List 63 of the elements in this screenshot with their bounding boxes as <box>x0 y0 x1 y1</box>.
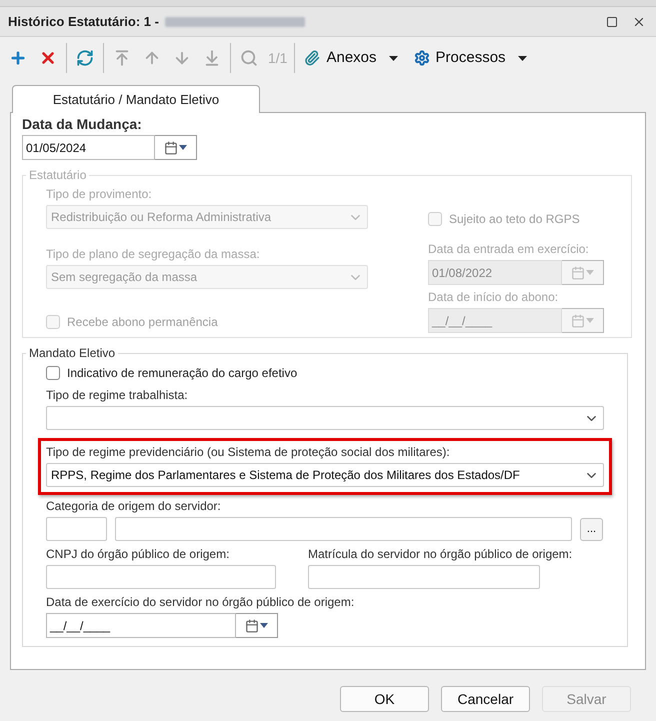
maximize-button[interactable] <box>606 16 618 28</box>
calendar-icon <box>571 266 585 280</box>
gear-icon <box>414 50 430 66</box>
caret-icon <box>518 56 527 60</box>
date-value: 01/08/2022 <box>432 264 492 282</box>
date-value: 01/05/2024 <box>26 140 86 156</box>
field-label: Data da entrada em exercício: <box>428 242 590 257</box>
dropdown-field[interactable] <box>46 406 604 430</box>
dropdown-value: Sem segregação da massa <box>51 269 198 286</box>
field-label: Tipo de regime trabalhista: <box>46 388 189 403</box>
checkbox[interactable] <box>46 366 60 380</box>
calendar-button[interactable] <box>155 135 197 160</box>
calendar-icon <box>164 140 178 154</box>
maximize-icon <box>606 16 618 28</box>
window-title: Histórico Estatutário: 1 - <box>8 12 159 31</box>
date-value: __/__/____ <box>432 312 492 330</box>
arrow-to-bottom-icon <box>203 49 221 67</box>
field-label: Tipo de provimento: <box>46 187 153 202</box>
dialog-button[interactable]: Cancelar <box>441 686 530 712</box>
tab[interactable]: Estatutário / Mandato Eletivo <box>12 85 260 113</box>
dialog-button[interactable]: OK <box>340 686 429 712</box>
field-label: Tipo de plano de segregação da massa: <box>46 247 261 262</box>
caret-icon <box>586 318 594 323</box>
checkbox-label: Recebe abono permanência <box>67 314 218 331</box>
field-label: Matrícula do servidor no órgão público de origem: <box>308 547 572 562</box>
field-label: Data de exercício do servidor no órgão público de origem: <box>46 595 356 610</box>
paperclip-icon <box>304 50 320 66</box>
input-field[interactable] <box>46 565 276 589</box>
field-label: CNPJ do órgão público de origem: <box>46 547 230 562</box>
date-input[interactable]: __/__/____ <box>46 613 236 638</box>
calendar-button[interactable] <box>236 613 278 638</box>
calendar-icon <box>571 314 585 328</box>
caret-icon <box>179 145 187 150</box>
input-field[interactable] <box>308 565 540 589</box>
date-value: __/__/____ <box>50 618 110 634</box>
group-title: Estatutário <box>28 167 88 184</box>
field-label: Tipo de regime previdenciário (ou Sistema de proteção social dos militares): <box>46 445 451 460</box>
caret-icon <box>586 270 594 275</box>
browse-button[interactable]: ... <box>580 518 603 540</box>
search-icon <box>240 49 258 67</box>
input-field[interactable] <box>115 517 572 541</box>
menu-button[interactable]: Anexos <box>298 43 404 73</box>
arrow-to-top-icon <box>113 49 131 67</box>
date-input[interactable]: 01/05/2024 <box>22 135 155 160</box>
add-icon <box>9 49 27 67</box>
group-title: Mandato Eletivo <box>28 345 116 362</box>
field-label: Data de início do abono: <box>428 290 560 305</box>
field-label: Data da Mudança: <box>22 117 143 132</box>
delete-icon <box>39 49 57 67</box>
refresh-icon <box>76 49 94 67</box>
record-counter: 1/1 <box>267 48 288 68</box>
dropdown-value: RPPS, Regime dos Parlamentares e Sistema de Proteção dos Militares dos Estados/DF <box>51 467 520 484</box>
caret-icon <box>388 56 398 60</box>
arrow-down-icon <box>173 49 191 67</box>
checkbox-label: Sujeito ao teto do RGPS <box>449 211 580 228</box>
menu-button[interactable]: Processos <box>408 43 533 73</box>
caret-icon <box>260 623 268 628</box>
field-label: Categoria de origem do servidor: <box>46 499 222 514</box>
dropdown-field[interactable]: RPPS, Regime dos Parlamentares e Sistema de Proteção dos Militares dos Estados/DF <box>46 463 604 487</box>
input-field[interactable] <box>46 517 107 541</box>
checkbox-label: Indicativo de remuneração do cargo efetivo <box>67 365 298 382</box>
dropdown-value: Redistribuição ou Reforma Administrativa <box>51 209 272 226</box>
calendar-icon <box>245 618 259 632</box>
